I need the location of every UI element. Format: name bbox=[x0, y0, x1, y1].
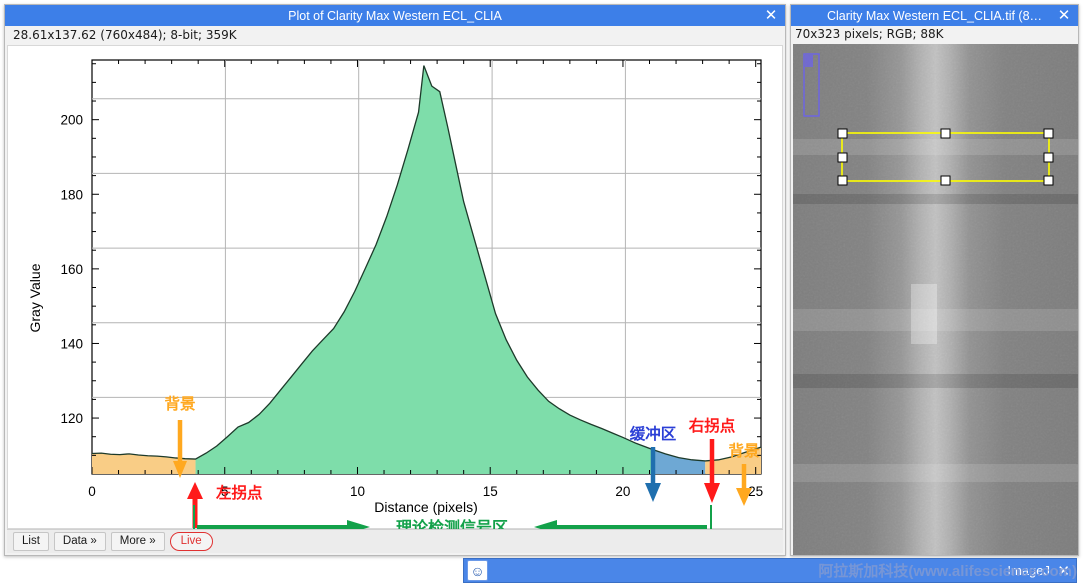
x-axis-label: Distance (pixels) bbox=[374, 499, 477, 515]
profile-plot-svg: 0510152025 120140160180200 Distance (pix… bbox=[8, 46, 782, 528]
close-icon[interactable]: ✕ bbox=[763, 8, 779, 24]
svg-text:120: 120 bbox=[60, 411, 83, 426]
plot-window-titlebar: Plot of Clarity Max Western ECL_CLIA ✕ bbox=[5, 5, 785, 26]
image-window-titlebar: Clarity Max Western ECL_CLIA.tif (8… ✕ bbox=[791, 5, 1078, 26]
selection-marker-handle[interactable] bbox=[805, 55, 813, 67]
svg-text:200: 200 bbox=[60, 113, 83, 128]
taskbar[interactable]: ☺ ImageJ ✕ bbox=[463, 558, 1077, 583]
plot-canvas[interactable]: 0510152025 120140160180200 Distance (pix… bbox=[7, 45, 783, 529]
close-icon[interactable]: ✕ bbox=[1057, 562, 1070, 580]
list-button[interactable]: List bbox=[13, 532, 49, 551]
arrow-head-right-inflection bbox=[704, 483, 720, 503]
more-menu-button[interactable]: More » bbox=[111, 532, 165, 551]
close-icon[interactable]: ✕ bbox=[1056, 8, 1072, 24]
svg-text:0: 0 bbox=[88, 484, 96, 499]
live-button[interactable]: Live bbox=[170, 532, 213, 551]
image-canvas[interactable] bbox=[793, 44, 1078, 555]
arrow-head-buffer-zone bbox=[645, 483, 661, 502]
annotation-label-right-inflection: 右拐点 bbox=[689, 416, 736, 435]
plot-window-title: Plot of Clarity Max Western ECL_CLIA bbox=[262, 9, 528, 23]
plot-window: Plot of Clarity Max Western ECL_CLIA ✕ 2… bbox=[4, 4, 786, 556]
image-window-title: Clarity Max Western ECL_CLIA.tif (8… bbox=[801, 9, 1068, 23]
image-status-text: 70x323 pixels; RGB; 88K bbox=[791, 26, 1078, 44]
plot-toolbar: List Data » More » Live bbox=[7, 529, 783, 553]
taskbar-app-label: ImageJ bbox=[1007, 563, 1050, 578]
annotation-label-background-left: 背景 bbox=[164, 394, 195, 413]
annotation-label-buffer-zone: 缓冲区 bbox=[630, 424, 677, 443]
smiley-icon[interactable]: ☺ bbox=[467, 560, 488, 581]
plot-status-text: 28.61x137.62 (760x484); 8-bit; 359K bbox=[5, 26, 785, 45]
blot-image-svg bbox=[793, 44, 1078, 555]
svg-text:10: 10 bbox=[350, 484, 365, 499]
data-menu-button[interactable]: Data » bbox=[54, 532, 106, 551]
svg-text:20: 20 bbox=[615, 484, 630, 499]
image-window: Clarity Max Western ECL_CLIA.tif (8… ✕ 7… bbox=[790, 4, 1079, 556]
arrow-head-left-inflection bbox=[187, 482, 203, 499]
svg-text:15: 15 bbox=[483, 484, 498, 499]
annotation-label-background-right: 背景 bbox=[728, 441, 759, 460]
svg-text:180: 180 bbox=[60, 187, 83, 202]
svg-text:160: 160 bbox=[60, 262, 83, 277]
y-axis-label: Gray Value bbox=[27, 263, 43, 332]
svg-text:140: 140 bbox=[60, 336, 83, 351]
annotation-left-inflection: 左拐点 bbox=[187, 482, 263, 528]
annotation-label-left-inflection: 左拐点 bbox=[215, 483, 263, 502]
image-secondary-band bbox=[911, 284, 937, 344]
